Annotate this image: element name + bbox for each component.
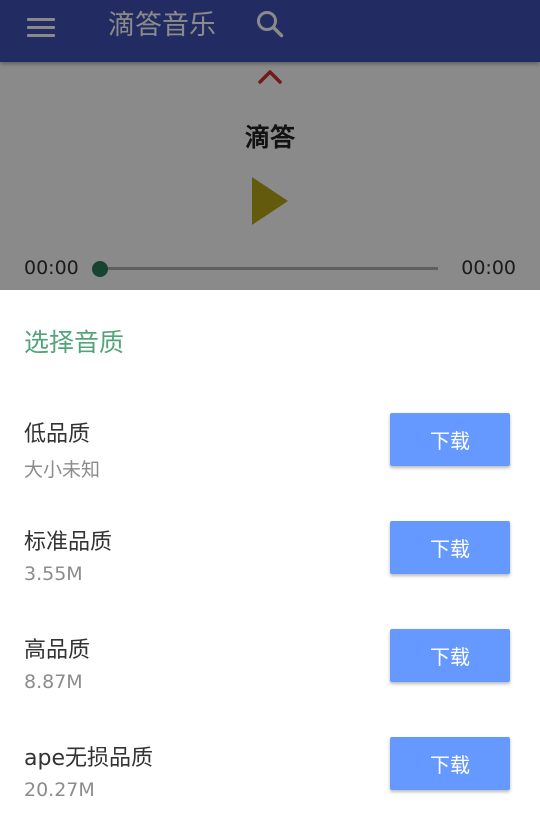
quality-name: 低品质 bbox=[24, 422, 91, 447]
download-button[interactable]: 下载 bbox=[390, 737, 510, 790]
download-button[interactable]: 下载 bbox=[390, 629, 510, 682]
quality-option-low: 低品质 大小未知 下载 bbox=[0, 398, 540, 506]
quality-bottom-sheet: 选择音质 低品质 大小未知 下载 标准品质 3.55M 下载 高品质 8.87M… bbox=[0, 290, 540, 815]
quality-option-standard: 标准品质 3.55M 下载 bbox=[0, 506, 540, 614]
quality-name: 标准品质 bbox=[24, 530, 113, 555]
quality-size: 20.27M bbox=[24, 779, 95, 801]
quality-size: 3.55M bbox=[24, 563, 83, 585]
quality-name: ape无损品质 bbox=[24, 746, 153, 771]
sheet-title: 选择音质 bbox=[24, 328, 125, 357]
download-button[interactable]: 下载 bbox=[390, 413, 510, 466]
quality-size: 8.87M bbox=[24, 671, 83, 693]
download-button[interactable]: 下载 bbox=[390, 521, 510, 574]
quality-size: 大小未知 bbox=[24, 459, 101, 481]
quality-name: 高品质 bbox=[24, 638, 91, 663]
quality-option-ape: ape无损品质 20.27M 下载 bbox=[0, 722, 540, 830]
quality-option-high: 高品质 8.87M 下载 bbox=[0, 614, 540, 722]
